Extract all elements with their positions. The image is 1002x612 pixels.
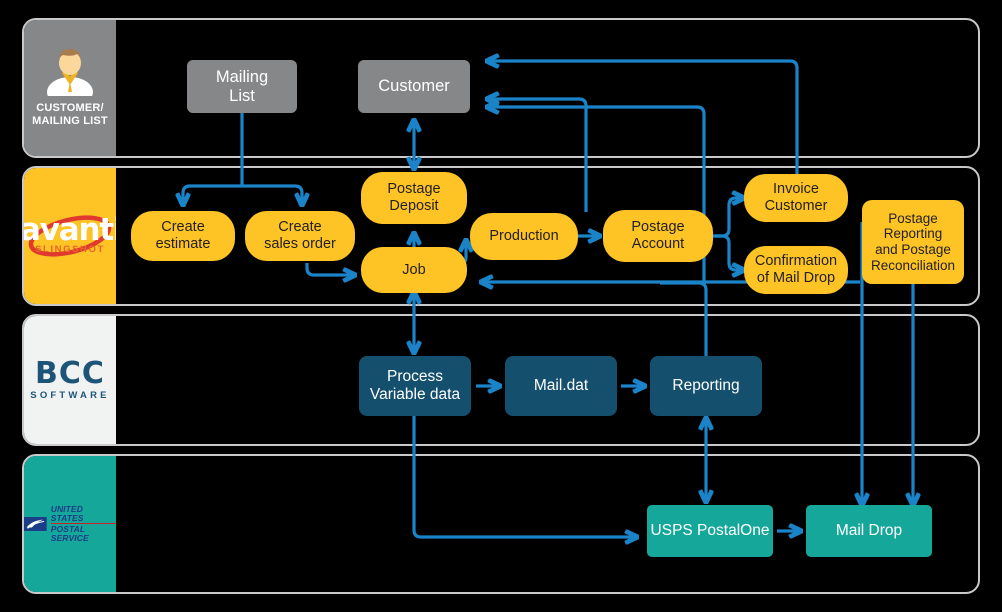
- bcc-subtext: SOFTWARE: [30, 390, 110, 401]
- avanti-subtext: SLINGSHOT: [35, 244, 105, 255]
- usps-line1: UNITED STATES: [50, 504, 84, 524]
- avanti-wordmark: avanti: [24, 212, 116, 248]
- node-mail-drop[interactable]: Mail Drop: [806, 505, 932, 557]
- node-reporting[interactable]: Reporting: [650, 356, 762, 416]
- usps-eagle-icon: [24, 517, 47, 531]
- node-production[interactable]: Production: [470, 213, 578, 260]
- bcc-wordmark: BCC: [35, 356, 105, 391]
- lane-customer-logo: CUSTOMER/ MAILING LIST: [24, 20, 116, 156]
- usps-line2: POSTAL SERVICE: [50, 523, 116, 542]
- node-job[interactable]: Job: [361, 247, 467, 293]
- node-mail-dat[interactable]: Mail.dat: [505, 356, 617, 416]
- node-process-variable-data[interactable]: Process Variable data: [359, 356, 471, 416]
- node-create-estimate[interactable]: Create estimate: [131, 211, 235, 261]
- node-usps-postalone[interactable]: USPS PostalOne: [647, 505, 773, 557]
- node-create-sales-order[interactable]: Create sales order: [245, 211, 355, 261]
- lane-bcc-logo: BCC SOFTWARE: [24, 316, 116, 444]
- node-postage-account[interactable]: Postage Account: [603, 210, 713, 262]
- lane-avanti-logo: avanti SLINGSHOT: [24, 168, 116, 304]
- node-confirmation-mail-drop[interactable]: Confirmation of Mail Drop: [744, 246, 848, 294]
- node-invoice-customer[interactable]: Invoice Customer: [744, 174, 848, 222]
- lane-usps-logo: UNITED STATES POSTAL SERVICE: [24, 456, 116, 592]
- node-customer[interactable]: Customer: [358, 60, 470, 113]
- node-mailing-list[interactable]: Mailing List: [187, 60, 297, 113]
- lane-customer: [22, 18, 980, 158]
- lane-bcc: [22, 314, 980, 446]
- lane-customer-label: CUSTOMER/ MAILING LIST: [32, 101, 108, 127]
- node-postage-deposit[interactable]: Postage Deposit: [361, 172, 467, 224]
- person-avatar-icon: [47, 48, 93, 96]
- workflow-diagram: CUSTOMER/ MAILING LIST avanti SLINGSHOT …: [0, 0, 1002, 612]
- node-postage-reporting[interactable]: Postage Reporting and Postage Reconcilia…: [862, 200, 964, 284]
